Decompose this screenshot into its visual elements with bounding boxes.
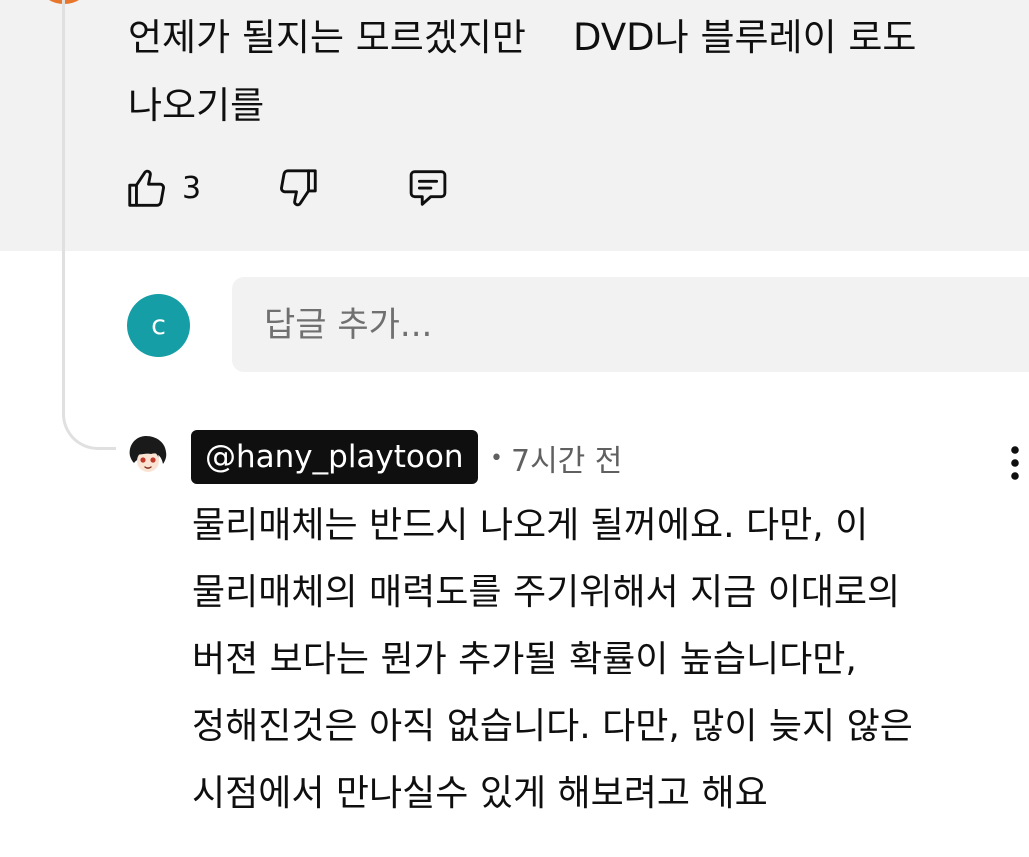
highlighted-comment: 언제가 될지는 모르겠지만 DVD나 블루레이 로도나오기를 3 [0, 0, 1029, 251]
reply-text-line: 물리매체의 매력도를 주기위해서 지금 이대로의 [192, 572, 901, 613]
meta-separator: • [490, 445, 503, 471]
reply-text: 물리매체는 반드시 나오게 될꺼에요. 다만, 이 물리매체의 매력도를 주기위… [192, 492, 1022, 827]
comment-icon [405, 165, 451, 211]
reply-text-line: 정해진것은 아직 없습니다. 다만, 많이 늦지 않은 [192, 706, 913, 747]
like-count: 3 [182, 170, 202, 206]
more-vert-icon [1000, 446, 1029, 492]
reply-timestamp[interactable]: 7시간 전 [511, 436, 622, 480]
user-avatar[interactable]: c [127, 294, 190, 357]
thumbs-up-icon [124, 165, 170, 211]
thumbs-down-icon [275, 165, 321, 211]
dislike-button[interactable] [275, 163, 321, 213]
comment-text-line: 언제가 될지는 모르겠지만 DVD나 블루레이 로도 [128, 16, 917, 59]
comment-actions: 3 [124, 163, 451, 213]
creator-avatar[interactable] [126, 432, 170, 476]
comment-text: 언제가 될지는 모르겠지만 DVD나 블루레이 로도나오기를 [128, 4, 1008, 140]
reply-text-line: 버젼 보다는 뭔가 추가될 확률이 높습니다만, [192, 639, 857, 680]
thread-connector [62, 0, 116, 450]
comment-thread: 언제가 될지는 모르겠지만 DVD나 블루레이 로도 나오기를 3 c 답글 추… [0, 0, 1029, 857]
like-button[interactable]: 3 [124, 163, 201, 213]
author-handle[interactable]: @hany_playtoon [191, 430, 478, 484]
add-reply-input[interactable] [232, 277, 1029, 372]
reply-meta: • 7시간 전 [490, 436, 622, 480]
more-options-button[interactable] [1000, 438, 1029, 488]
comment-text-line: 나오기를 [128, 84, 265, 127]
reply-button[interactable] [405, 163, 451, 213]
reply-text-line: 시점에서 만나실수 있게 해보려고 해요 [192, 773, 768, 814]
reply-text-line: 물리매체는 반드시 나오게 될꺼에요. 다만, 이 [192, 505, 869, 546]
